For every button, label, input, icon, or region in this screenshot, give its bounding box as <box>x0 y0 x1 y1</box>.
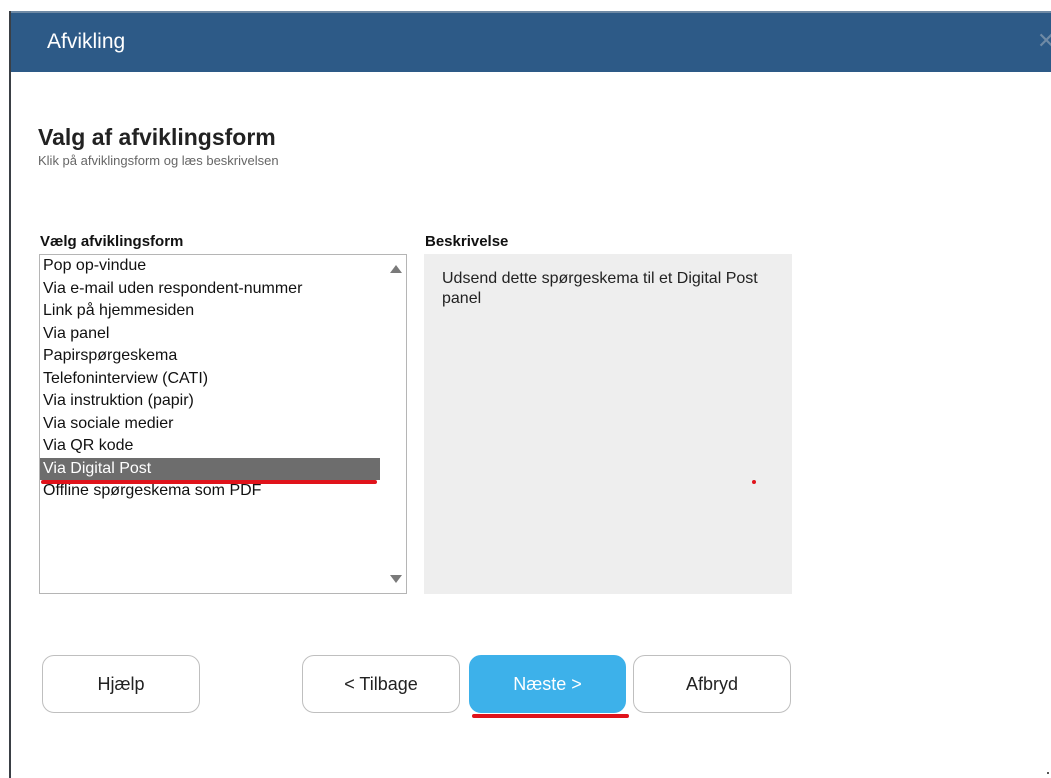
list-label: Vælg afviklingsform <box>40 233 184 250</box>
distribution-method-listbox[interactable]: Pop op-vindue Via e-mail uden respondent-… <box>39 254 407 594</box>
scroll-down-arrow-icon[interactable] <box>390 575 402 583</box>
method-list: Pop op-vindue Via e-mail uden respondent-… <box>40 255 406 503</box>
page: Afvikling ✕ Valg af afviklingsform Klik … <box>0 0 1051 778</box>
back-button[interactable]: < Tilbage <box>302 655 460 713</box>
description-label: Beskrivelse <box>425 233 509 250</box>
page-title: Valg af afviklingsform <box>38 124 276 150</box>
list-item[interactable]: Via QR kode <box>40 435 380 458</box>
cancel-button[interactable]: Afbryd <box>633 655 791 713</box>
annotation-underline-next <box>472 714 629 718</box>
description-text: Udsend dette spørgeskema til et Digital … <box>442 270 758 307</box>
list-item[interactable]: Papirspørgeskema <box>40 345 380 368</box>
close-icon[interactable]: ✕ <box>1037 31 1051 51</box>
list-item[interactable]: Telefoninterview (CATI) <box>40 368 380 391</box>
next-button[interactable]: Næste > <box>469 655 626 713</box>
annotation-underline <box>41 480 377 484</box>
list-item[interactable]: Via instruktion (papir) <box>40 390 380 413</box>
scroll-up-arrow-icon[interactable] <box>390 265 402 273</box>
list-item[interactable]: Via sociale medier <box>40 413 380 436</box>
help-button[interactable]: Hjælp <box>42 655 200 713</box>
list-item[interactable]: Via e-mail uden respondent-nummer <box>40 278 380 301</box>
annotation-dot <box>752 480 756 484</box>
background-strip <box>0 0 1051 10</box>
list-item[interactable]: Pop op-vindue <box>40 255 380 278</box>
page-subtitle: Klik på afviklingsform og læs beskrivels… <box>38 153 279 168</box>
description-box: Udsend dette spørgeskema til et Digital … <box>424 254 792 594</box>
corner-mark <box>1047 772 1049 774</box>
dialog-titlebar: Afvikling ✕ <box>11 11 1051 72</box>
list-item[interactable]: Via panel <box>40 323 380 346</box>
dialog-title: Afvikling <box>47 30 126 53</box>
list-item[interactable]: Link på hjemmesiden <box>40 300 380 323</box>
list-item[interactable]: Via Digital Post <box>40 457 380 480</box>
